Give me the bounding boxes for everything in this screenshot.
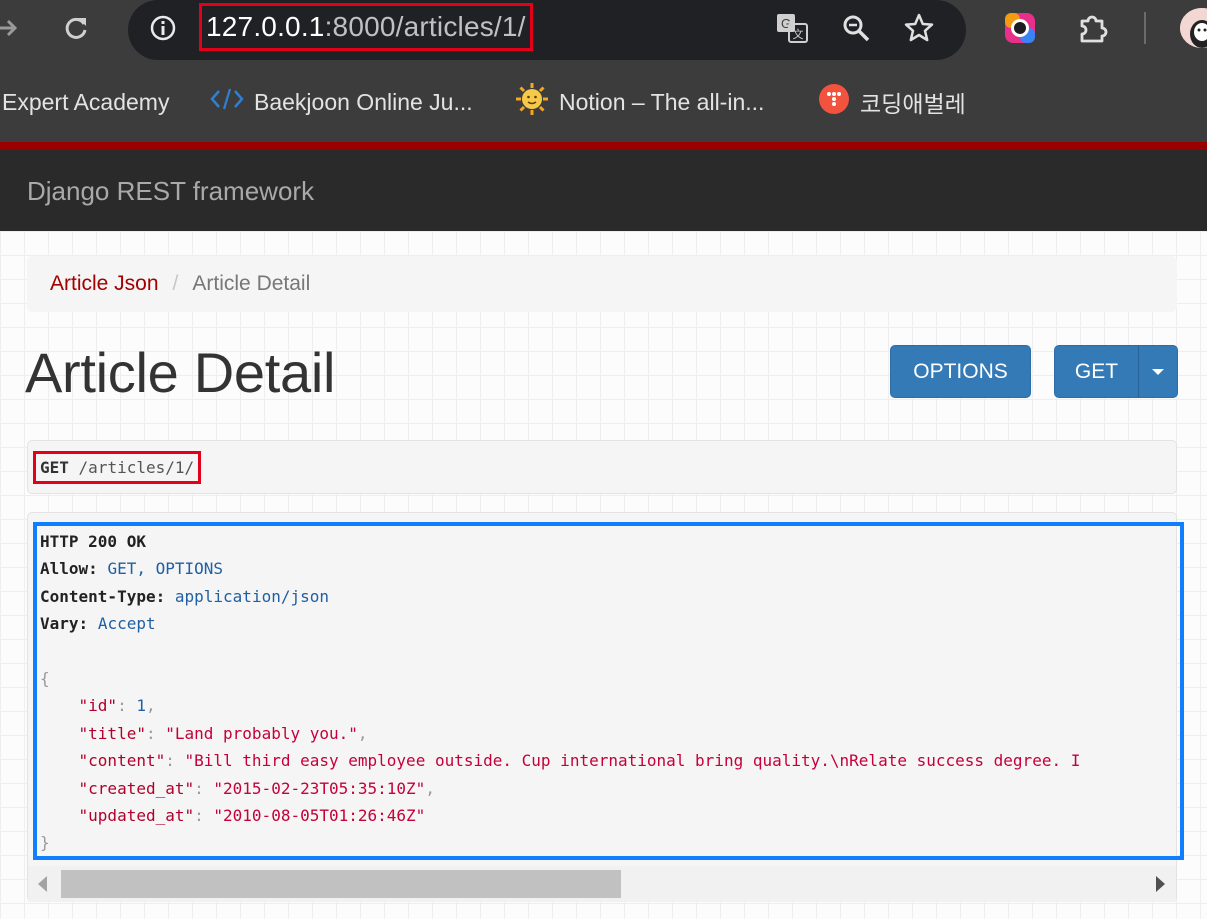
zoom-icon[interactable]	[836, 8, 876, 48]
url-text[interactable]: 127.0.0.1:8000/articles/1/	[206, 11, 526, 43]
caret-down-icon	[1152, 368, 1164, 375]
header-value: GET, OPTIONS	[107, 559, 224, 579]
bookmark-baekjoon[interactable]: Baekjoon Online Ju...	[210, 84, 473, 120]
scrollbar-thumb[interactable]	[61, 870, 621, 898]
json-open-brace: {	[40, 669, 50, 689]
json-value: 1	[136, 696, 146, 716]
breadcrumb-separator: /	[172, 272, 179, 295]
url-path: :8000/articles/1/	[324, 11, 526, 42]
bookmark-notion[interactable]: Notion – The all-in...	[515, 82, 765, 122]
bookmark-label: Baekjoon Online Ju...	[254, 88, 473, 115]
url-highlight-box[interactable]: 127.0.0.1:8000/articles/1/	[199, 3, 533, 51]
svg-text:文: 文	[793, 27, 804, 41]
scroll-left-icon[interactable]	[38, 876, 47, 892]
request-line-highlight: GET /articles/1/	[33, 451, 202, 484]
json-value: "Bill third easy employee outside. Cup i…	[184, 751, 1081, 771]
json-comma: ,	[425, 778, 435, 798]
url-host: 127.0.0.1	[206, 11, 325, 42]
sun-face-icon	[515, 82, 549, 122]
reload-icon[interactable]	[56, 0, 96, 56]
extensions-puzzle-icon[interactable]	[1073, 8, 1113, 48]
scroll-right-icon[interactable]	[1156, 876, 1165, 892]
json-comma: ,	[357, 723, 368, 743]
json-key: "id"	[78, 696, 118, 716]
header-name: Allow:	[40, 559, 98, 579]
translate-icon[interactable]: G文	[772, 8, 812, 48]
json-close-brace: }	[40, 833, 50, 853]
toolbar-divider	[1144, 12, 1146, 44]
site-info-icon[interactable]	[143, 8, 183, 48]
bookmark-label: Expert Academy	[2, 88, 170, 115]
json-value: "2010-08-05T01:26:46Z"	[213, 806, 426, 826]
json-value: "Land probably you."	[165, 723, 358, 743]
json-key: "content"	[78, 751, 166, 771]
header-value: application/json	[174, 586, 329, 606]
response-content: HTTP 200 OK Allow: GET, OPTIONS Content-…	[40, 532, 1081, 853]
json-value: "2015-02-23T05:35:10Z"	[213, 778, 426, 798]
json-key: "updated_at"	[78, 806, 195, 826]
red-circle-icon	[818, 83, 850, 121]
breadcrumb: Article Json / Article Detail	[27, 256, 1177, 312]
navbar-accent-bar	[0, 142, 1207, 150]
bookmark-expert-academy[interactable]: Expert Academy	[2, 84, 169, 120]
bookmark-coding-caterpillar[interactable]: 코딩애벌레	[818, 84, 966, 120]
options-button[interactable]: OPTIONS	[890, 345, 1031, 398]
bookmark-label: Notion – The all-in...	[559, 88, 765, 115]
code-brackets-icon	[210, 86, 244, 118]
breadcrumb-link-article-json[interactable]: Article Json	[50, 272, 159, 296]
json-key: "title"	[78, 723, 146, 743]
get-format-dropdown[interactable]	[1138, 345, 1178, 398]
forward-icon[interactable]	[0, 0, 20, 56]
extension-color-icon[interactable]	[1000, 8, 1040, 48]
get-button[interactable]: GET	[1054, 345, 1139, 398]
response-highlight[interactable]: HTTP 200 OK Allow: GET, OPTIONS Content-…	[33, 522, 1184, 860]
header-name: Vary:	[40, 614, 89, 634]
breadcrumb-active: Article Detail	[192, 272, 311, 295]
header-name: Content-Type:	[40, 586, 166, 606]
request-method: GET	[40, 458, 69, 477]
navbar-brand[interactable]: Django REST framework	[27, 176, 314, 207]
request-path: /articles/1/	[78, 458, 195, 477]
json-key: "created_at"	[78, 778, 195, 798]
json-comma: ,	[145, 696, 156, 716]
response-status: HTTP 200 OK	[40, 532, 146, 551]
page-title: Article Detail	[25, 341, 336, 404]
star-icon[interactable]	[899, 8, 939, 48]
bookmark-label: 코딩애벌레	[860, 91, 966, 117]
header-value: Accept	[97, 614, 156, 634]
